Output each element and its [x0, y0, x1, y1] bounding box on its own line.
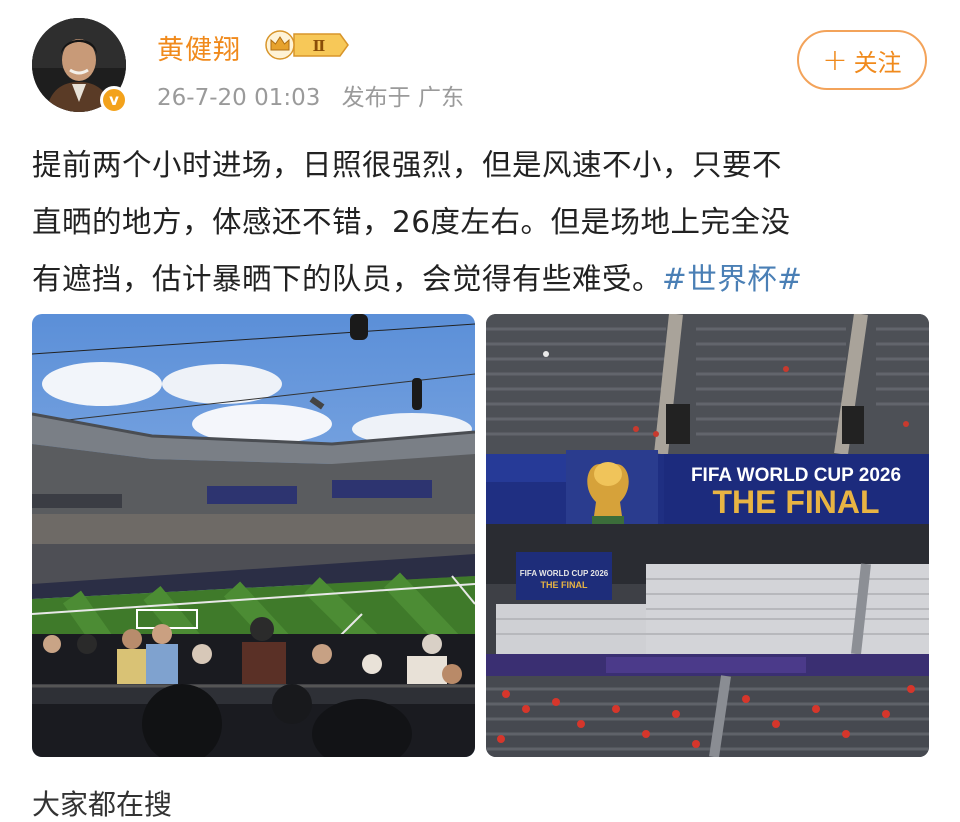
username[interactable]: 黄健翔	[157, 28, 241, 67]
svg-text:THE FINAL: THE FINAL	[541, 580, 588, 590]
svg-text:FIFA WORLD CUP 2026: FIFA WORLD CUP 2026	[520, 569, 609, 578]
post-body: 提前两个小时进场，日照很强烈，但是风速不小，只要不 直晒的地方，体感还不错，26…	[32, 137, 932, 308]
follow-button[interactable]: + 关注	[797, 30, 927, 90]
post-line-text: 有遮挡，估计暴晒下的队员，会觉得有些难受。	[32, 262, 663, 296]
member-level-badge[interactable]: Ⅱ	[264, 30, 350, 60]
verified-icon: v	[100, 86, 128, 114]
related-search-label[interactable]: 大家都在搜	[32, 788, 172, 822]
svg-text:THE FINAL: THE FINAL	[712, 484, 879, 520]
plus-icon: +	[822, 42, 848, 78]
post-line: 直晒的地方，体感还不错，26度左右。但是场地上完全没	[32, 205, 791, 239]
post-timestamp: 26-7-20 01:03	[157, 85, 321, 111]
svg-text:Ⅱ: Ⅱ	[313, 37, 326, 55]
post-location: 发布于 广东	[341, 85, 464, 111]
follow-button-label: 关注	[853, 48, 902, 77]
post-meta: 26-7-20 01:03 发布于 广东	[157, 78, 478, 112]
topic-link[interactable]: #世界杯#	[662, 262, 802, 296]
post-photo-stadium[interactable]	[32, 314, 475, 757]
post-line: 有遮挡，估计暴晒下的队员，会觉得有些难受。#世界杯#	[32, 251, 932, 308]
avatar[interactable]: v	[32, 18, 128, 114]
post-line: 提前两个小时进场，日照很强烈，但是风速不小，只要不	[32, 148, 783, 182]
svg-text:FIFA WORLD CUP 2026: FIFA WORLD CUP 2026	[691, 465, 901, 486]
post-photo-final-banner[interactable]: FIFA WORLD CUP 2026 THE FINAL FIFA WORLD…	[486, 314, 929, 757]
